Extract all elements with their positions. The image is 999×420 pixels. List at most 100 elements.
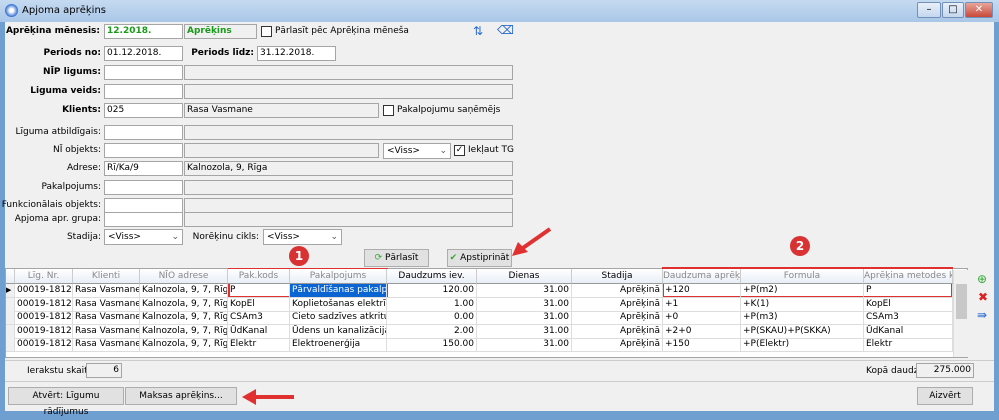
menesis-input[interactable]: 12.2018. bbox=[104, 24, 183, 39]
grid-cell[interactable]: 00019-1812 bbox=[15, 338, 73, 353]
grid-cell[interactable]: Aprēķinā bbox=[572, 284, 663, 298]
grid-cell[interactable]: +P(SKAU)+P(SKKA) bbox=[741, 324, 864, 339]
grid-cell[interactable]: 0.00 bbox=[387, 311, 477, 326]
grid-cell[interactable]: KopEl bbox=[228, 297, 290, 312]
row-indicator[interactable] bbox=[6, 311, 15, 326]
grid-cell[interactable]: 2.00 bbox=[387, 324, 477, 339]
adrese-input[interactable]: Rī/Ka/9 bbox=[104, 161, 183, 176]
add-row-icon[interactable]: ⊕ bbox=[977, 272, 987, 286]
pakalpojums-input[interactable] bbox=[104, 180, 183, 195]
periods-lidz-input[interactable]: 31.12.2018. bbox=[257, 46, 336, 61]
iekl-tg-checkbox[interactable]: ✓ bbox=[454, 145, 465, 156]
grid-cell[interactable]: Rasa Vasmane bbox=[73, 311, 140, 326]
grid-cell[interactable]: Elektroenerģija bbox=[290, 338, 387, 353]
column-header[interactable]: Klienti bbox=[73, 269, 140, 284]
column-header[interactable]: Aprēķina metodes kods bbox=[864, 269, 953, 284]
grid-cell[interactable]: +P(m2) bbox=[741, 284, 864, 298]
grid-cell[interactable]: 00019-1812 bbox=[15, 284, 73, 298]
grid-cell[interactable]: KopEl bbox=[864, 297, 953, 312]
grid-cell[interactable]: +P(Elektr) bbox=[741, 338, 864, 353]
column-header[interactable]: Pakalpojums bbox=[290, 269, 387, 284]
column-header[interactable]: Daudzums iev. bbox=[387, 269, 477, 284]
pak-sanemejs-checkbox[interactable] bbox=[383, 105, 394, 116]
grid-cell[interactable]: +2+0 bbox=[663, 324, 741, 339]
grid-cell[interactable]: ŪdKanal bbox=[228, 324, 290, 339]
grid-cell[interactable]: Cieto sadzīves atkritum... bbox=[290, 311, 387, 326]
grid-cell[interactable]: Aprēķinā bbox=[572, 324, 663, 339]
grid-cell[interactable]: Kalnozola, 9, 7, Rīga bbox=[140, 297, 228, 312]
nip-input[interactable] bbox=[104, 65, 183, 80]
grid-cell[interactable]: Rasa Vasmane bbox=[73, 324, 140, 339]
column-header[interactable]: Formula bbox=[741, 269, 864, 284]
grid-cell[interactable]: Ūdens un kanalizācija bbox=[290, 324, 387, 339]
atvert-button[interactable]: Atvērt: Līgumu rādījumus bbox=[8, 387, 124, 417]
grid-cell[interactable]: Elektr bbox=[864, 338, 953, 353]
column-header[interactable]: Līg. Nr. bbox=[15, 269, 73, 284]
grid-cell[interactable]: 120.00 bbox=[387, 284, 477, 298]
grid-cell[interactable]: +120 bbox=[663, 284, 741, 298]
grid-cell[interactable]: +P(m3) bbox=[741, 311, 864, 326]
column-header[interactable]: Daudzuma aprēķins bbox=[663, 269, 741, 284]
grid-cell[interactable]: 31.00 bbox=[477, 324, 572, 339]
row-indicator[interactable] bbox=[6, 338, 15, 353]
grid-cell[interactable]: 31.00 bbox=[477, 284, 572, 298]
grid-cell[interactable]: CSAm3 bbox=[228, 311, 290, 326]
delete-row-icon[interactable]: ✖ bbox=[978, 290, 988, 304]
grid-cell[interactable]: +K(1) bbox=[741, 297, 864, 312]
export-icon[interactable]: ⇛ bbox=[977, 308, 987, 322]
maksas-button[interactable]: Maksas aprēķins... bbox=[125, 387, 237, 405]
row-indicator[interactable]: ▶ bbox=[6, 284, 15, 298]
cikls-select[interactable]: <Viss> ⌄ bbox=[263, 229, 342, 245]
grid-cell[interactable]: Kalnozola, 9, 7, Rīga bbox=[140, 311, 228, 326]
maximize-button[interactable]: □ bbox=[942, 2, 964, 18]
grid-cell[interactable]: 00019-1812 bbox=[15, 297, 73, 312]
grid-cell[interactable]: +1 bbox=[663, 297, 741, 312]
close-button[interactable]: ✕ bbox=[965, 2, 993, 18]
grid-cell[interactable]: P bbox=[864, 284, 953, 298]
grid-cell[interactable]: Koplietošanas elektrība bbox=[290, 297, 387, 312]
row-indicator[interactable] bbox=[6, 297, 15, 312]
atbildigais-input[interactable] bbox=[104, 125, 183, 140]
grid-cell[interactable]: Pārvaldīšanas pakalpojumi bbox=[290, 284, 387, 298]
grid-cell[interactable]: Kalnozola, 9, 7, Rīga bbox=[140, 324, 228, 339]
grid-cell[interactable]: Aprēķinā bbox=[572, 338, 663, 353]
grid-cell[interactable]: P bbox=[228, 284, 290, 298]
grid-cell[interactable]: +150 bbox=[663, 338, 741, 353]
grid-cell[interactable]: 00019-1812 bbox=[15, 311, 73, 326]
ni-objekts-input[interactable] bbox=[104, 143, 183, 158]
grid-cell[interactable]: 1.00 bbox=[387, 297, 477, 312]
grid-cell[interactable]: Kalnozola, 9, 7, Rīga bbox=[140, 284, 228, 298]
column-header[interactable]: Pak.kods bbox=[228, 269, 290, 284]
scrollbar-thumb[interactable] bbox=[956, 284, 967, 319]
parlasit-checkbox[interactable] bbox=[261, 26, 272, 37]
funk-input[interactable] bbox=[104, 198, 183, 213]
liguma-veids-input[interactable] bbox=[104, 84, 183, 99]
grid-cell[interactable]: 150.00 bbox=[387, 338, 477, 353]
eraser-icon[interactable]: ⌫ bbox=[497, 23, 514, 37]
grupa-input[interactable] bbox=[104, 212, 183, 227]
grid-cell[interactable]: +0 bbox=[663, 311, 741, 326]
grid-cell[interactable]: Aprēķinā bbox=[572, 311, 663, 326]
grid-cell[interactable]: Kalnozola, 9, 7, Rīga bbox=[140, 338, 228, 353]
grid-cell[interactable]: Rasa Vasmane bbox=[73, 284, 140, 298]
column-header[interactable]: Dienas bbox=[477, 269, 572, 284]
grid-cell[interactable]: Elektr bbox=[228, 338, 290, 353]
aizvert-button[interactable]: Aizvērt bbox=[917, 387, 973, 405]
grid-cell[interactable]: Rasa Vasmane bbox=[73, 338, 140, 353]
grid-cell[interactable]: 31.00 bbox=[477, 338, 572, 353]
grid-cell[interactable]: 31.00 bbox=[477, 311, 572, 326]
grid-scrollbar[interactable] bbox=[953, 270, 968, 357]
grid-cell[interactable]: 00019-1812 bbox=[15, 324, 73, 339]
row-indicator[interactable] bbox=[6, 324, 15, 339]
grid-cell[interactable]: Rasa Vasmane bbox=[73, 297, 140, 312]
grid-cell[interactable]: CSAm3 bbox=[864, 311, 953, 326]
apstiprinat-button[interactable]: ✔ Apstiprināt bbox=[447, 249, 512, 267]
grid-cell[interactable]: ŪdKanal bbox=[864, 324, 953, 339]
parlasit-button[interactable]: ⟳ Pārlasīt bbox=[364, 249, 429, 267]
sort-icon[interactable]: ⇅ bbox=[473, 24, 483, 38]
klients-input[interactable]: 025 bbox=[104, 103, 183, 118]
grid-cell[interactable]: 31.00 bbox=[477, 297, 572, 312]
column-header[interactable]: NĪO adrese bbox=[140, 269, 228, 284]
column-header[interactable]: Stadija bbox=[572, 269, 663, 284]
minimize-button[interactable]: – bbox=[917, 2, 941, 18]
